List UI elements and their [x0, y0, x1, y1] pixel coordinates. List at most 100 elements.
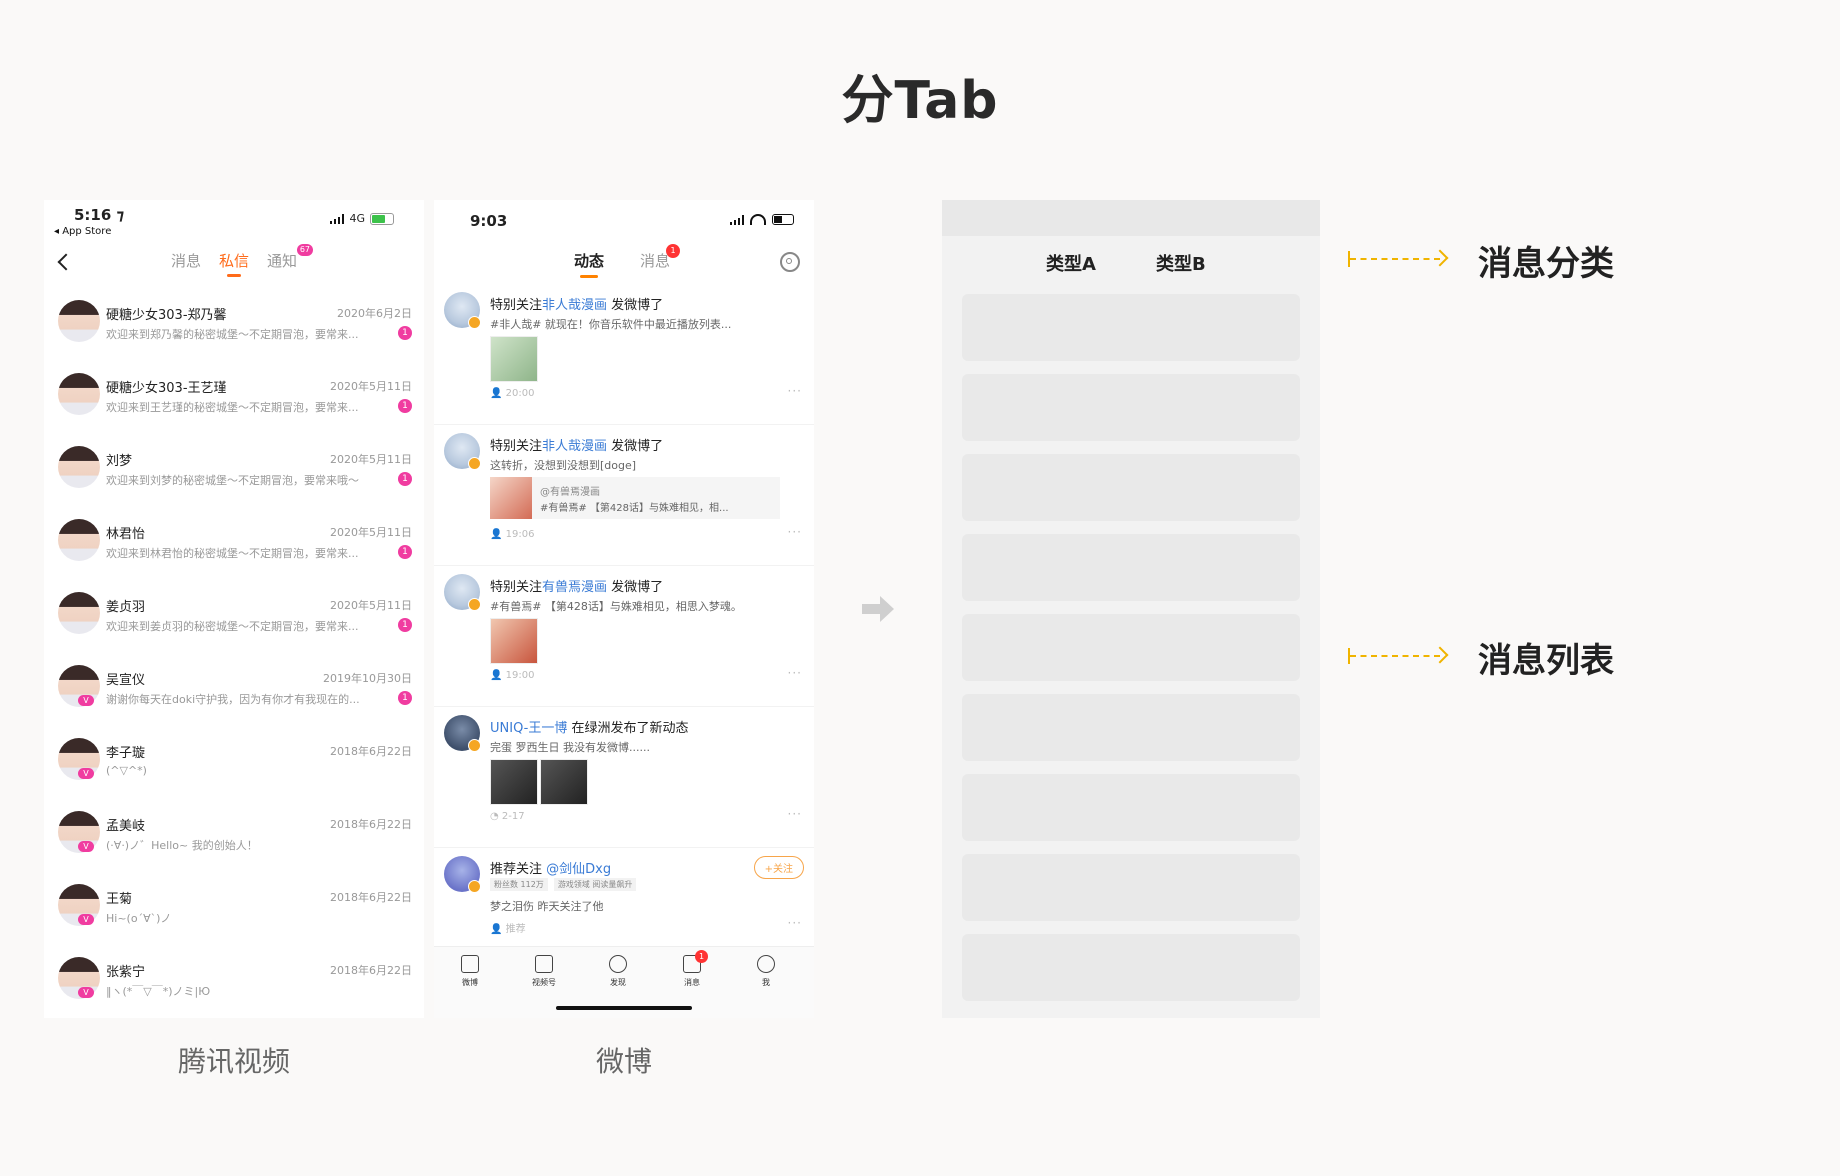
- more-options-icon[interactable]: ···: [788, 916, 802, 930]
- list-item[interactable]: 硬糖少女303-郑乃馨 2020年6月2日 欢迎来到郑乃馨的秘密城堡～不定期冒泡，要…: [44, 288, 424, 361]
- message-preview: 欢迎来到姜贞羽的秘密城堡～不定期冒泡，要常来...: [106, 620, 359, 633]
- wireframe-tab-type-b[interactable]: 类型B: [1156, 250, 1206, 276]
- unread-badge: 1: [398, 618, 412, 632]
- list-item[interactable]: V 李子璇 2018年6月22日 (^▽^*): [44, 726, 424, 799]
- tab-messages[interactable]: 消息 1: [640, 244, 681, 271]
- more-options-icon[interactable]: ···: [788, 384, 802, 398]
- follow-button[interactable]: +关注: [753, 856, 804, 879]
- wireframe-list-card[interactable]: [962, 374, 1300, 441]
- wireframe-list-card[interactable]: [962, 534, 1300, 601]
- post-header-prefix: 特别关注: [490, 580, 543, 595]
- tab-feed[interactable]: 动态: [574, 250, 604, 278]
- annotation-message-list: 消息列表: [1478, 641, 1614, 681]
- avatar[interactable]: [58, 592, 100, 634]
- contact-name: 刘梦: [106, 454, 133, 469]
- avatar[interactable]: [444, 856, 481, 893]
- post-header-prefix: 特别关注: [490, 298, 543, 313]
- post-header: 特别关注非人哉漫画 发微博了: [490, 294, 663, 313]
- annotation-arrow-icon: [1348, 249, 1449, 269]
- post-author-link[interactable]: @剑仙Dxg: [546, 862, 611, 877]
- list-item[interactable]: V 王菊 2018年6月22日 Hi~(o´∀`)ノ: [44, 872, 424, 945]
- message-badge: 1: [666, 244, 681, 258]
- contact-name: 林君怡: [106, 527, 146, 542]
- feed-post[interactable]: 特别关注非人哉漫画 发微博了 #非人哉# 就现在！你音乐软件中最近播放列表...…: [434, 284, 814, 425]
- wireframe-status-bar: [942, 200, 1320, 236]
- verified-icon: [468, 457, 481, 470]
- feed-post[interactable]: 特别关注有兽焉漫画 发微博了 #有兽焉# 【第428话】与姝难相见，相思入梦魂。…: [434, 566, 814, 707]
- vip-badge-icon: V: [78, 768, 94, 779]
- vip-badge-icon: V: [78, 987, 94, 998]
- tabbar-me[interactable]: 我: [736, 955, 796, 988]
- nav-bar: 动态 消息 1: [434, 240, 814, 284]
- list-item[interactable]: 姜贞羽 2020年5月11日 欢迎来到姜贞羽的秘密城堡～不定期冒泡，要常来... 1: [44, 580, 424, 653]
- contact-name: 王菊: [106, 892, 133, 907]
- post-image[interactable]: [490, 336, 538, 382]
- tab-private-messages[interactable]: 私信: [219, 250, 249, 277]
- vip-badge-icon: V: [78, 914, 94, 925]
- avatar[interactable]: [58, 300, 100, 342]
- wireframe-tab-type-a[interactable]: 类型A: [1046, 250, 1096, 276]
- tabbar-messages[interactable]: 1 消息: [662, 950, 722, 988]
- post-author-link[interactable]: 有兽焉漫画: [542, 580, 607, 595]
- more-options-icon[interactable]: ···: [788, 666, 802, 680]
- more-options-icon[interactable]: ···: [788, 525, 802, 539]
- verified-icon: [468, 598, 481, 611]
- wireframe-list-card[interactable]: [962, 694, 1300, 761]
- wireframe-list-card[interactable]: [962, 454, 1300, 521]
- post-text: 梦之泪伤 昨天关注了他: [490, 900, 604, 913]
- wireframe-list-card[interactable]: [962, 614, 1300, 681]
- tabbar-video[interactable]: 视频号: [514, 955, 574, 988]
- avatar[interactable]: [58, 519, 100, 561]
- unread-badge: 1: [398, 472, 412, 486]
- post-image[interactable]: [490, 618, 538, 664]
- message-preview: 欢迎来到林君怡的秘密城堡～不定期冒泡，要常来...: [106, 547, 359, 560]
- back-to-app-store-link[interactable]: ◂ App Store: [54, 226, 111, 237]
- list-item[interactable]: V 孟美岐 2018年6月22日 (·∀·)ノ゛Hello~ 我的创始人！: [44, 799, 424, 872]
- contact-name: 李子璇: [106, 746, 146, 761]
- avatar[interactable]: [58, 446, 100, 488]
- tab-notifications[interactable]: 通知 67: [267, 244, 314, 277]
- feed-post[interactable]: 特别关注非人哉漫画 发微博了 这转折，没想到没想到[doge] @有兽焉漫画 #…: [434, 425, 814, 566]
- list-item[interactable]: V 张紫宁 2018年6月22日 ‖ヽ(*￣▽￣*)ノミ|Ю: [44, 945, 424, 1018]
- list-item[interactable]: 林君怡 2020年5月11日 欢迎来到林君怡的秘密城堡～不定期冒泡，要常来... 1: [44, 507, 424, 580]
- verified-icon: [468, 316, 481, 329]
- post-author-link[interactable]: 非人哉漫画: [542, 439, 607, 454]
- user-tag: 游戏领域 阅读量飙升: [553, 878, 637, 891]
- avatar[interactable]: [58, 373, 100, 415]
- wireframe-list-card[interactable]: [962, 774, 1300, 841]
- avatar[interactable]: [444, 715, 481, 752]
- post-author-link[interactable]: 非人哉漫画: [542, 298, 607, 313]
- tabbar-discover[interactable]: 发现: [588, 955, 648, 988]
- message-date: 2020年5月11日: [330, 526, 412, 539]
- verified-icon: [468, 739, 481, 752]
- recommended-user[interactable]: 推荐关注 @剑仙Dxg 粉丝数 112万 游戏领域 阅读量飙升 梦之泪伤 昨天关…: [434, 848, 814, 938]
- feed-post[interactable]: UNIQ-王一博 在绿洲发布了新动态 完蛋 罗西生日 我没有发微博...... …: [434, 707, 814, 848]
- post-author-link[interactable]: UNIQ-王一博: [490, 721, 567, 736]
- avatar[interactable]: [444, 574, 481, 611]
- tabbar-home[interactable]: 微博: [440, 955, 500, 988]
- post-image[interactable]: [540, 759, 588, 805]
- avatar[interactable]: [444, 433, 481, 470]
- wireframe-list-card[interactable]: [962, 854, 1300, 921]
- post-header: UNIQ-王一博 在绿洲发布了新动态: [490, 717, 689, 736]
- gear-icon[interactable]: [780, 252, 800, 272]
- list-item[interactable]: 刘梦 2020年5月11日 欢迎来到刘梦的秘密城堡～不定期冒泡，要常来哦～ 1: [44, 434, 424, 507]
- more-options-icon[interactable]: ···: [788, 807, 802, 821]
- private-message-list: 硬糖少女303-郑乃馨 2020年6月2日 欢迎来到郑乃馨的秘密城堡～不定期冒泡，要…: [44, 288, 424, 1018]
- avatar[interactable]: [444, 292, 481, 329]
- reposted-card[interactable]: @有兽焉漫画 #有兽焉# 【第428话】与姝难相见，相...: [490, 477, 780, 519]
- reposted-text: #有兽焉# 【第428话】与姝难相见，相...: [540, 503, 729, 514]
- post-image[interactable]: [490, 759, 538, 805]
- tab-messages[interactable]: 消息: [171, 250, 201, 277]
- home-indicator: [556, 1006, 692, 1010]
- message-preview: ‖ヽ(*￣▽￣*)ノミ|Ю: [106, 985, 211, 998]
- wireframe-list-card[interactable]: [962, 294, 1300, 361]
- message-preview: 欢迎来到郑乃馨的秘密城堡～不定期冒泡，要常来...: [106, 328, 359, 341]
- wifi-icon: [750, 214, 766, 225]
- wireframe-list-card[interactable]: [962, 934, 1300, 1001]
- unread-badge: 1: [398, 691, 412, 705]
- video-icon: [535, 955, 553, 973]
- list-item[interactable]: V 吴宣仪 2019年10月30日 谢谢你每天在doki守护我，因为有你才有我现在的.…: [44, 653, 424, 726]
- reposted-thumbnail: [490, 477, 532, 519]
- list-item[interactable]: 硬糖少女303-王艺瑾 2020年5月11日 欢迎来到王艺瑾的秘密城堡～不定期冒泡，…: [44, 361, 424, 434]
